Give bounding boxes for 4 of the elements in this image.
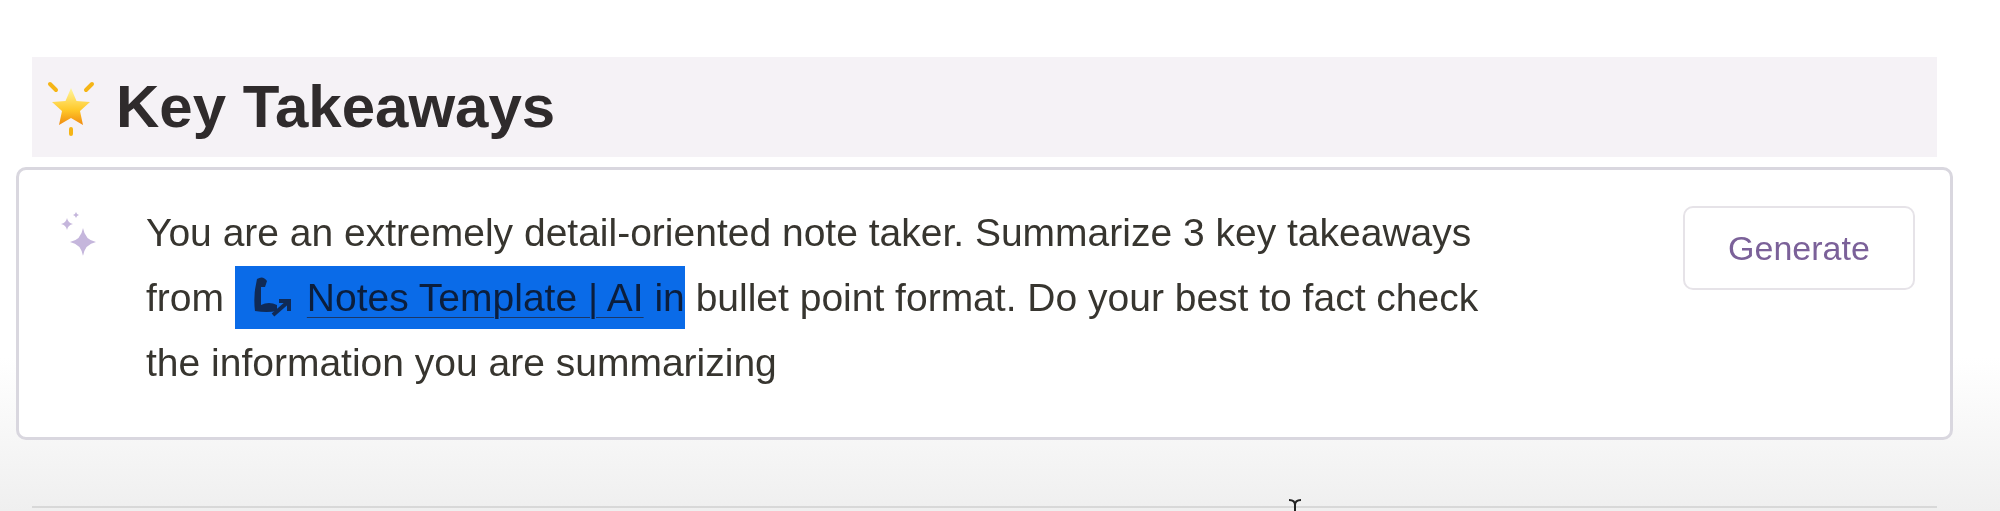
- section-heading: Key Takeaways: [116, 77, 556, 137]
- page-link[interactable]: Notes Template | AI: [234, 266, 644, 329]
- generate-button[interactable]: Generate: [1683, 206, 1915, 290]
- prompt-text: You are an extremely detail-oriented note taker. Summarize 3 key takeaways from Notes Template | AI in bullet point format. Do your best to fact check the information you are summarizing: [146, 210, 1480, 386]
